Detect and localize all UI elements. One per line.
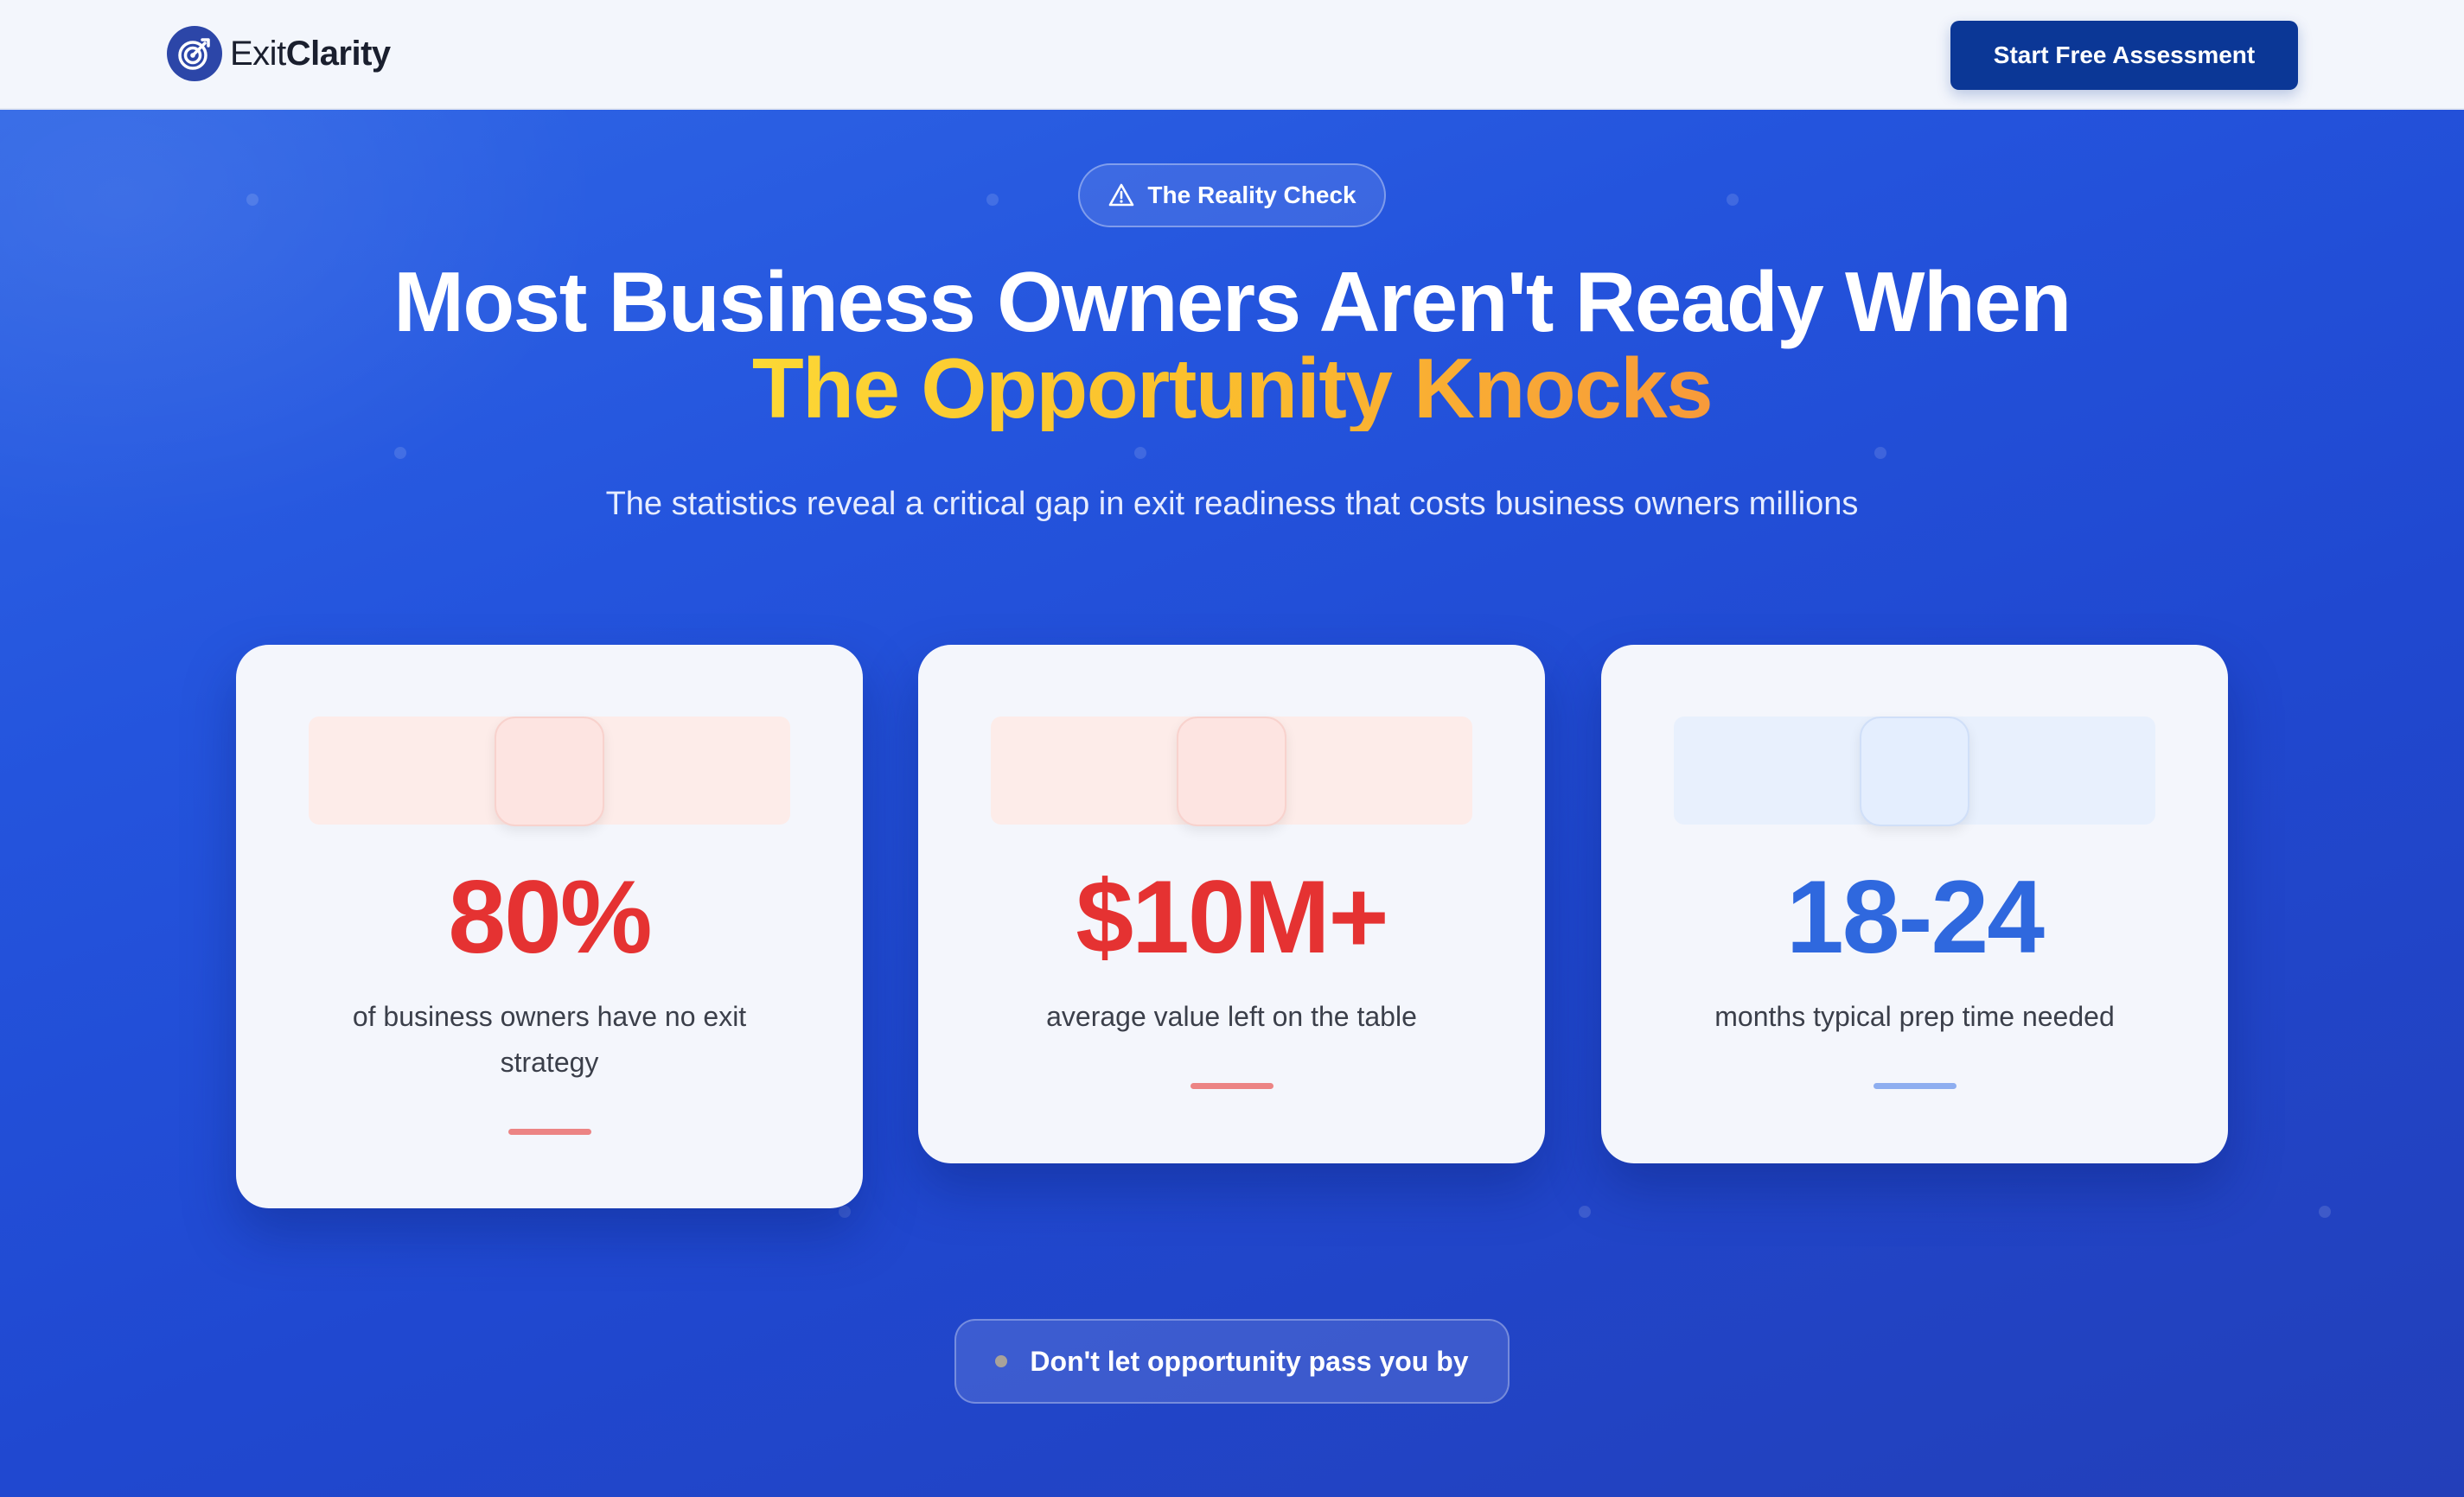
brand-name: ExitClarity: [230, 35, 391, 73]
start-free-assessment-button[interactable]: Start Free Assessment: [1950, 21, 2298, 90]
stat-description: of business owners have no exit strategy: [352, 1001, 747, 1078]
reality-check-badge: The Reality Check: [1078, 163, 1386, 227]
badge-label: The Reality Check: [1147, 182, 1356, 208]
status-dot-icon: [995, 1355, 1008, 1367]
decorative-dot: [1727, 194, 1739, 206]
headline-line-2: The Opportunity Knocks: [751, 341, 1714, 436]
reality-check-section: The Reality Check Most Business Owners A…: [0, 110, 2464, 1497]
stat-card: 18-24 months typical prep time needed: [1601, 645, 2228, 1163]
decorative-dot: [986, 194, 999, 206]
hero-headline: Most Business Owners Aren't Ready When T…: [0, 258, 2464, 431]
stat-description: average value left on the table: [1046, 1001, 1417, 1032]
stat-value: 80%: [448, 859, 652, 975]
stat-card: 80% of business owners have no exit stra…: [236, 645, 863, 1208]
stat-value: 18-24: [1786, 859, 2045, 975]
opportunity-callout: Don't let opportunity pass you by: [954, 1319, 1510, 1404]
decorative-dot: [1579, 1206, 1591, 1218]
callout-text: Don't let opportunity pass you by: [1030, 1345, 1469, 1377]
target-icon: [167, 26, 222, 81]
decorative-dot: [1134, 447, 1146, 459]
decorative-dot: [839, 1206, 851, 1218]
decorative-dot: [1874, 447, 1886, 459]
headline-line-1: Most Business Owners Aren't Ready When: [393, 254, 2071, 349]
accent-bar: [1874, 1083, 1957, 1089]
brand-name-prefix: Exit: [230, 34, 286, 73]
top-navbar: ExitClarity Start Free Assessment: [0, 0, 2464, 110]
decorative-dot: [2319, 1206, 2331, 1218]
stat-description: months typical prep time needed: [1714, 1001, 2115, 1032]
accent-bar: [1191, 1083, 1273, 1089]
stat-icon-tile: [495, 717, 604, 826]
brand-name-bold: Clarity: [285, 34, 392, 73]
accent-bar: [508, 1129, 591, 1135]
stat-icon-tile: [1860, 717, 1969, 826]
decorative-dot: [394, 447, 406, 459]
stat-card: $10M+ average value left on the table: [918, 645, 1545, 1163]
warning-triangle-icon: [1109, 183, 1134, 207]
decorative-dot: [246, 194, 259, 206]
stat-value: $10M+: [1076, 859, 1388, 975]
hero-subheadline: The statistics reveal a critical gap in …: [605, 486, 1859, 522]
brand-logo[interactable]: ExitClarity: [167, 26, 391, 81]
stat-icon-tile: [1177, 717, 1286, 826]
